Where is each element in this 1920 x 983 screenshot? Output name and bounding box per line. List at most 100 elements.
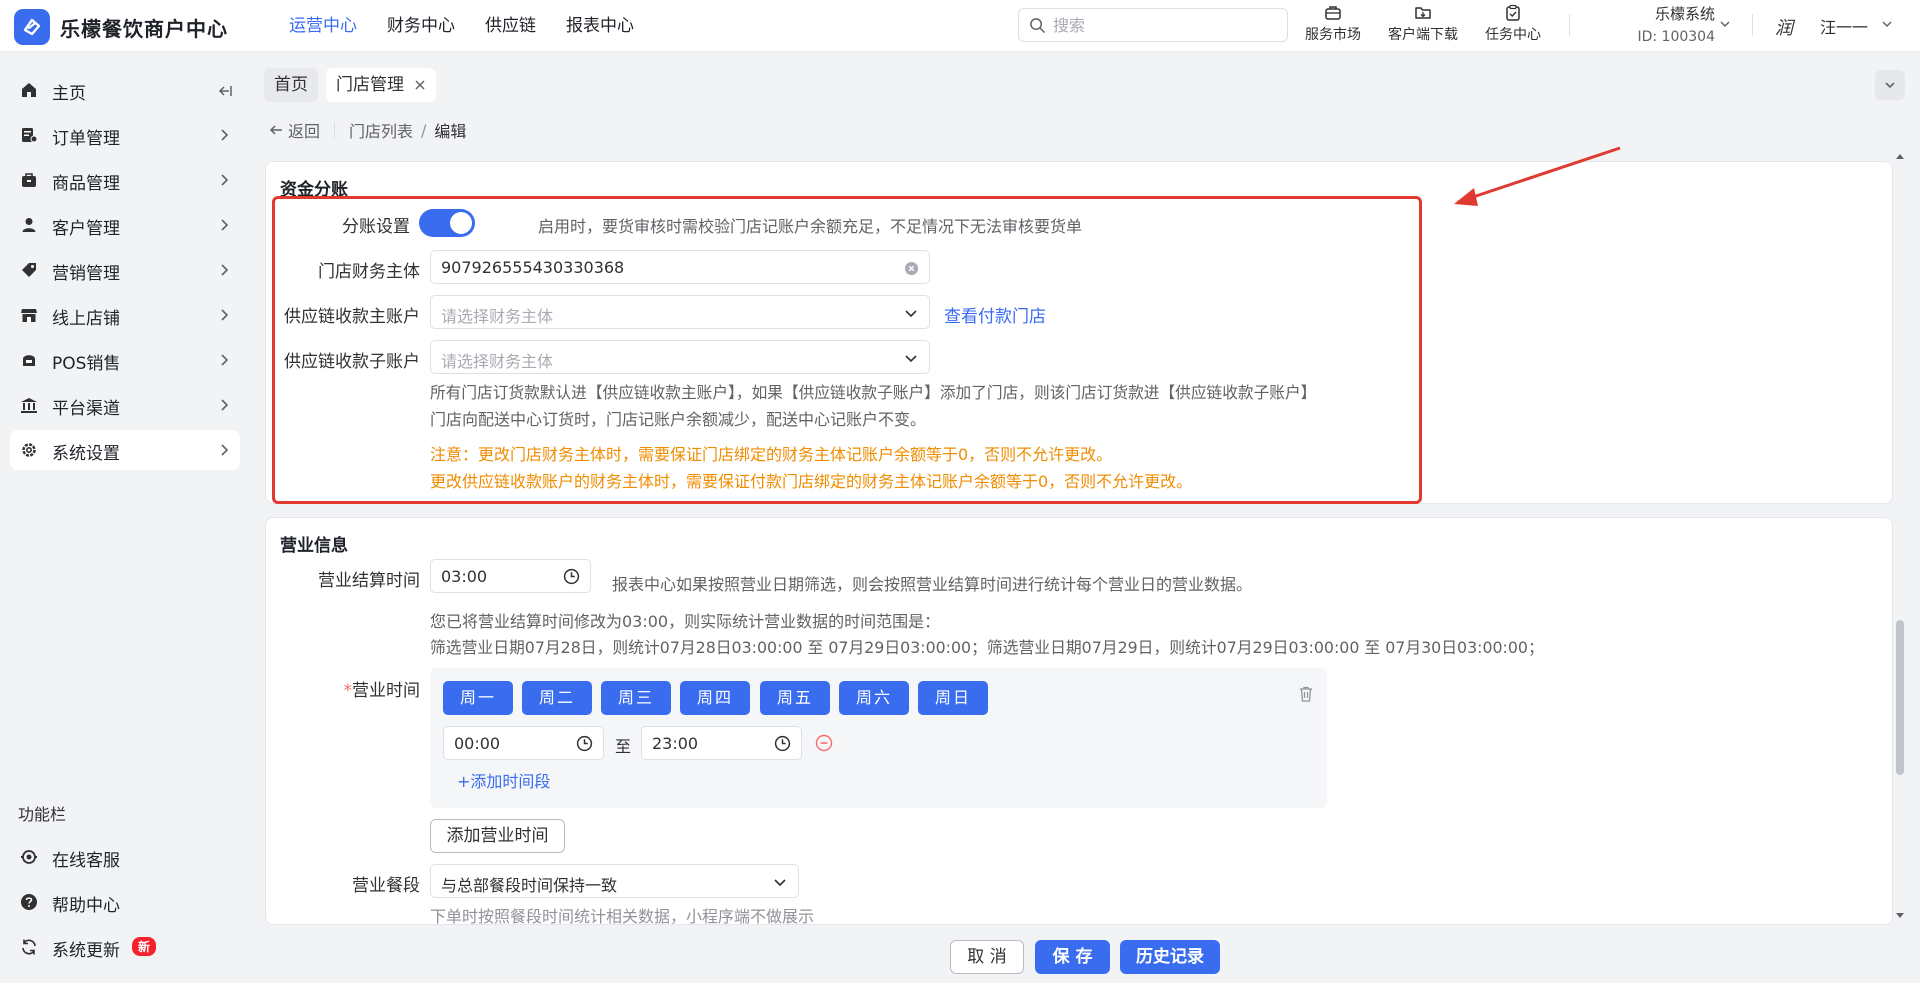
sub-account-label: 供应链收款子账户 xyxy=(284,352,420,372)
sidebar-item-system-update[interactable]: 系统更新 新 xyxy=(10,927,240,967)
scroll-up-icon[interactable] xyxy=(1895,152,1905,160)
scrollbar[interactable] xyxy=(1893,152,1907,922)
topnav-supply-chain[interactable]: 供应链 xyxy=(470,0,551,52)
day-sunday-button[interactable]: 周日 xyxy=(918,681,988,715)
briefcase-icon xyxy=(1325,6,1341,20)
day-tuesday-button[interactable]: 周二 xyxy=(522,681,592,715)
back-button[interactable]: 返回 xyxy=(268,118,320,142)
end-time-picker[interactable]: 23:00 xyxy=(641,726,802,760)
sidebar-item-system-settings[interactable]: 系统设置 xyxy=(10,430,240,470)
refresh-icon xyxy=(22,939,36,955)
delete-icon[interactable] xyxy=(1297,685,1315,703)
sidebar-item-online-service[interactable]: 在线客服 xyxy=(10,837,240,877)
meal-period-select[interactable]: 与总部餐段时间保持一致 xyxy=(430,864,799,898)
sidebar-item-online-shop[interactable]: 线上店铺 xyxy=(10,295,240,335)
sidebar-item-pos-sales[interactable]: POS销售 xyxy=(10,340,240,380)
sidebar-item-label: 线上店铺 xyxy=(52,309,120,329)
day-thursday-button[interactable]: 周四 xyxy=(680,681,750,715)
save-button[interactable]: 保 存 xyxy=(1035,940,1110,974)
start-time-picker[interactable]: 00:00 xyxy=(443,726,604,760)
client-download-button[interactable]: 客户端下载 xyxy=(1380,4,1466,44)
sidebar-item-marketing[interactable]: 营销管理 xyxy=(10,250,240,290)
sidebar-item-channels[interactable]: 平台渠道 xyxy=(10,385,240,425)
clear-icon[interactable] xyxy=(904,261,919,276)
topnav-operations[interactable]: 运营中心 xyxy=(274,0,372,52)
function-bar-title: 功能栏 xyxy=(18,805,67,824)
account-note-1: 所有门店订货款默认进【供应链收款主账户】，如果【供应链收款子账户】添加了门店，则… xyxy=(430,383,1317,402)
sidebar-item-label: 营销管理 xyxy=(52,264,120,284)
day-friday-button[interactable]: 周五 xyxy=(760,681,830,715)
cancel-button[interactable]: 取 消 xyxy=(950,940,1024,974)
breadcrumb-store-list[interactable]: 门店列表 xyxy=(349,118,413,142)
user-name[interactable]: 汪一一 xyxy=(1820,14,1868,38)
toggle-knob xyxy=(450,212,472,234)
search-input[interactable] xyxy=(1053,15,1273,35)
view-paying-stores-link[interactable]: 查看付款门店 xyxy=(944,302,1046,327)
history-button[interactable]: 历史记录 xyxy=(1120,940,1220,974)
day-wednesday-button[interactable]: 周三 xyxy=(601,681,671,715)
settle-time-hint: 报表中心如果按照营业日期筛选，则会按照营业结算时间进行统计每个营业日的营业数据。 xyxy=(612,575,1253,594)
sub-account-select[interactable]: 请选择财务主体 xyxy=(430,340,930,374)
sidebar-item-customers[interactable]: 客户管理 xyxy=(10,205,240,245)
org-switcher[interactable]: 乐檬系统 ID: 100304 xyxy=(1620,3,1715,45)
avatar[interactable]: 润 xyxy=(1775,14,1805,42)
chevron-down-icon xyxy=(774,879,786,887)
annotation-arrow-icon xyxy=(1454,146,1621,206)
breadcrumb: 返回 门店列表 / 编辑 xyxy=(268,118,466,142)
settle-time-picker[interactable]: 03:00 xyxy=(430,559,591,593)
service-market-button[interactable]: 服务市场 xyxy=(1298,4,1368,44)
business-section-title: 营业信息 xyxy=(280,536,348,556)
tab-home[interactable]: 首页 xyxy=(264,68,318,102)
brand-logo-icon[interactable] xyxy=(14,9,50,45)
tab-label: 门店管理 xyxy=(336,75,404,95)
scrollbar-thumb[interactable] xyxy=(1896,620,1904,775)
sidebar-item-orders[interactable]: 订单管理 xyxy=(10,115,240,155)
main-account-select[interactable]: 请选择财务主体 xyxy=(430,295,930,329)
divider xyxy=(334,122,336,138)
sidebar-item-help-center[interactable]: 帮助中心 xyxy=(10,882,240,922)
help-icon xyxy=(21,894,37,910)
clock-icon xyxy=(576,735,593,752)
day-saturday-button[interactable]: 周六 xyxy=(839,681,909,715)
clock-icon xyxy=(774,735,791,752)
brand-name: 乐檬餐饮商户中心 xyxy=(60,17,228,41)
close-icon[interactable] xyxy=(414,79,426,91)
tab-store-management[interactable]: 门店管理 xyxy=(326,68,436,102)
chevron-right-icon xyxy=(221,399,229,411)
search-box[interactable] xyxy=(1018,8,1288,42)
chevron-down-icon xyxy=(1885,82,1895,89)
chevron-down-icon[interactable] xyxy=(1718,17,1732,31)
chevron-right-icon xyxy=(221,174,229,186)
arrow-left-icon xyxy=(269,125,282,135)
settle-time-label: 营业结算时间 xyxy=(318,571,420,591)
clock-icon xyxy=(563,568,580,585)
sidebar-item-label: 订单管理 xyxy=(52,129,120,149)
sidebar-item-label: 在线客服 xyxy=(52,851,120,871)
store-entity-field[interactable]: 907926555430330368 xyxy=(430,250,930,284)
sidebar-item-label: 帮助中心 xyxy=(52,896,120,916)
sidebar-item-label: 系统设置 xyxy=(52,444,120,464)
day-monday-button[interactable]: 周一 xyxy=(443,681,513,715)
split-toggle[interactable] xyxy=(419,209,475,237)
topnav-reports[interactable]: 报表中心 xyxy=(551,0,649,52)
chevron-down-icon[interactable] xyxy=(1880,17,1894,31)
tabs-menu-button[interactable] xyxy=(1875,70,1905,100)
topnav-finance[interactable]: 财务中心 xyxy=(372,0,470,52)
meal-period-value: 与总部餐段时间保持一致 xyxy=(441,876,618,895)
home-icon xyxy=(22,83,36,97)
sidebar-item-label: 主页 xyxy=(52,84,86,104)
add-time-period-link[interactable]: +添加时间段 xyxy=(457,768,550,792)
breadcrumb-separator: / xyxy=(421,120,427,140)
meal-period-hint: 下单时按照餐段时间统计相关数据，小程序端不做展示 xyxy=(430,907,815,926)
sidebar-item-label: POS销售 xyxy=(52,354,121,374)
scroll-down-icon[interactable] xyxy=(1895,912,1905,920)
end-time-value: 23:00 xyxy=(652,734,699,753)
task-center-button[interactable]: 任务中心 xyxy=(1478,4,1548,44)
sidebar-item-goods[interactable]: 商品管理 xyxy=(10,160,240,200)
task-center-label: 任务中心 xyxy=(1485,27,1541,43)
sidebar-item-home[interactable]: 主页 xyxy=(10,70,240,110)
add-business-hours-button[interactable]: 添加营业时间 xyxy=(430,819,565,853)
remove-circle-icon[interactable] xyxy=(815,734,833,752)
collapse-sidebar-icon[interactable] xyxy=(216,82,234,100)
org-id: ID: 100304 xyxy=(1637,29,1715,45)
